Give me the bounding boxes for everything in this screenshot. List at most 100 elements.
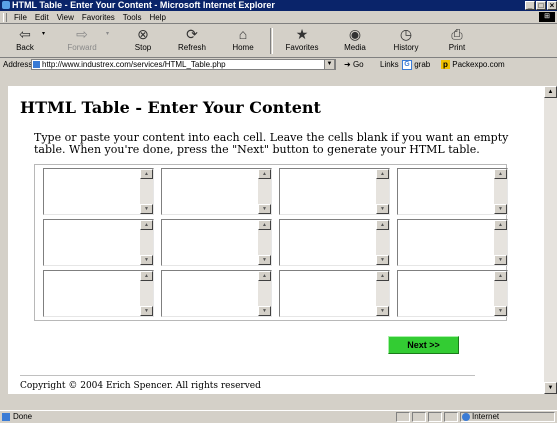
- cell-input[interactable]: [281, 221, 374, 264]
- scroll-down-icon[interactable]: ▼: [376, 204, 389, 214]
- media-button[interactable]: ◉ Media: [338, 26, 372, 52]
- history-button[interactable]: ◷ History: [386, 26, 426, 52]
- scroll-down-icon[interactable]: ▼: [258, 204, 271, 214]
- cell-scrollbar[interactable]: ▲ ▼: [376, 271, 389, 316]
- back-button[interactable]: ⇦ Back: [10, 26, 40, 52]
- refresh-button[interactable]: ⟳ Refresh: [172, 26, 212, 52]
- link-grab[interactable]: G grab: [402, 58, 430, 71]
- table-cell[interactable]: ▲ ▼: [43, 168, 154, 215]
- page-scrollbar[interactable]: ▲ ▼: [544, 86, 557, 394]
- scroll-down-icon[interactable]: ▼: [544, 382, 557, 394]
- page-title: HTML Table - Enter Your Content: [20, 98, 321, 117]
- scroll-down-icon[interactable]: ▼: [494, 204, 507, 214]
- scroll-up-icon[interactable]: ▲: [494, 220, 507, 230]
- home-button[interactable]: ⌂ Home: [226, 26, 260, 52]
- scroll-up-icon[interactable]: ▲: [140, 271, 153, 281]
- scroll-down-icon[interactable]: ▼: [494, 255, 507, 265]
- cell-scrollbar[interactable]: ▲ ▼: [376, 220, 389, 265]
- scroll-up-icon[interactable]: ▲: [376, 169, 389, 179]
- scroll-down-icon[interactable]: ▼: [258, 255, 271, 265]
- stop-button[interactable]: ⊗ Stop: [128, 26, 158, 52]
- cell-scrollbar[interactable]: ▲ ▼: [494, 220, 507, 265]
- forward-dropdown[interactable]: ▾: [106, 28, 109, 37]
- maximize-button[interactable]: □: [536, 1, 546, 10]
- menu-view[interactable]: View: [53, 11, 78, 24]
- cell-input[interactable]: [399, 170, 492, 213]
- scroll-down-icon[interactable]: ▼: [140, 204, 153, 214]
- cell-scrollbar[interactable]: ▲ ▼: [258, 169, 271, 214]
- scroll-up-icon[interactable]: ▲: [258, 220, 271, 230]
- scroll-up-icon[interactable]: ▲: [376, 220, 389, 230]
- table-cell[interactable]: ▲ ▼: [43, 219, 154, 266]
- address-dropdown[interactable]: ▼: [324, 59, 335, 70]
- cell-input[interactable]: [399, 221, 492, 264]
- history-icon: ◷: [399, 26, 413, 42]
- links-label[interactable]: Links: [380, 58, 399, 71]
- cell-scrollbar[interactable]: ▲ ▼: [140, 271, 153, 316]
- back-label: Back: [16, 43, 34, 52]
- table-cell[interactable]: ▲ ▼: [43, 270, 154, 317]
- scroll-down-icon[interactable]: ▼: [258, 306, 271, 316]
- menu-help[interactable]: Help: [145, 11, 169, 24]
- table-cell[interactable]: ▲ ▼: [161, 270, 272, 317]
- next-button[interactable]: Next >>: [388, 336, 459, 354]
- cell-input[interactable]: [163, 221, 256, 264]
- link-packexpo[interactable]: p Packexpo.com: [441, 58, 505, 71]
- cell-input[interactable]: [45, 221, 138, 264]
- print-button[interactable]: ⎙ Print: [440, 26, 474, 52]
- scroll-up-icon[interactable]: ▲: [258, 271, 271, 281]
- scroll-up-icon[interactable]: ▲: [494, 271, 507, 281]
- scroll-up-icon[interactable]: ▲: [494, 169, 507, 179]
- scroll-up-icon[interactable]: ▲: [140, 220, 153, 230]
- scroll-up-icon[interactable]: ▲: [258, 169, 271, 179]
- cell-scrollbar[interactable]: ▲ ▼: [494, 169, 507, 214]
- scroll-down-icon[interactable]: ▼: [376, 306, 389, 316]
- menu-favorites[interactable]: Favorites: [78, 11, 119, 24]
- back-dropdown[interactable]: ▾: [42, 28, 45, 37]
- menu-bar: File Edit View Favorites Tools Help: [0, 11, 557, 24]
- scroll-up-icon[interactable]: ▲: [544, 86, 557, 98]
- menu-tools[interactable]: Tools: [119, 11, 146, 24]
- forward-button[interactable]: ⇨ Forward: [60, 26, 104, 52]
- menu-edit[interactable]: Edit: [31, 11, 53, 24]
- table-cell[interactable]: ▲ ▼: [161, 168, 272, 215]
- refresh-icon: ⟳: [186, 26, 198, 42]
- go-button[interactable]: ➜ Go: [344, 58, 364, 71]
- cell-input[interactable]: [163, 170, 256, 213]
- scroll-down-icon[interactable]: ▼: [494, 306, 507, 316]
- table-cell[interactable]: ▲ ▼: [279, 219, 390, 266]
- scroll-up-icon[interactable]: ▲: [376, 271, 389, 281]
- minimize-button[interactable]: _: [525, 1, 535, 10]
- scroll-down-icon[interactable]: ▼: [140, 255, 153, 265]
- home-label: Home: [232, 43, 254, 52]
- cell-scrollbar[interactable]: ▲ ▼: [140, 169, 153, 214]
- toolbar-grip: [3, 13, 7, 22]
- window-title: HTML Table - Enter Your Content - Micros…: [12, 0, 275, 10]
- cell-input[interactable]: [399, 272, 492, 315]
- scroll-down-icon[interactable]: ▼: [376, 255, 389, 265]
- scroll-down-icon[interactable]: ▼: [140, 306, 153, 316]
- favorites-button[interactable]: ★ Favorites: [280, 26, 324, 52]
- cell-input[interactable]: [281, 170, 374, 213]
- table-cell[interactable]: ▲ ▼: [397, 168, 508, 215]
- cell-input[interactable]: [163, 272, 256, 315]
- standard-toolbar: ⇦ Back ▾ ⇨ Forward ▾ ⊗ Stop ⟳ Refresh ⌂ …: [0, 24, 557, 58]
- cell-input[interactable]: [45, 170, 138, 213]
- cell-scrollbar[interactable]: ▲ ▼: [258, 220, 271, 265]
- cell-scrollbar[interactable]: ▲ ▼: [140, 220, 153, 265]
- table-cell[interactable]: ▲ ▼: [279, 168, 390, 215]
- cell-input[interactable]: [281, 272, 374, 315]
- window-title-bar: HTML Table - Enter Your Content - Micros…: [0, 0, 557, 11]
- table-cell[interactable]: ▲ ▼: [279, 270, 390, 317]
- table-cell[interactable]: ▲ ▼: [397, 219, 508, 266]
- cell-scrollbar[interactable]: ▲ ▼: [494, 271, 507, 316]
- scroll-up-icon[interactable]: ▲: [140, 169, 153, 179]
- table-cell[interactable]: ▲ ▼: [397, 270, 508, 317]
- menu-file[interactable]: File: [10, 11, 31, 24]
- close-button[interactable]: ×: [547, 1, 557, 10]
- address-input[interactable]: http://www.industrex.com/services/HTML_T…: [31, 59, 336, 70]
- table-cell[interactable]: ▲ ▼: [161, 219, 272, 266]
- cell-scrollbar[interactable]: ▲ ▼: [376, 169, 389, 214]
- cell-scrollbar[interactable]: ▲ ▼: [258, 271, 271, 316]
- cell-input[interactable]: [45, 272, 138, 315]
